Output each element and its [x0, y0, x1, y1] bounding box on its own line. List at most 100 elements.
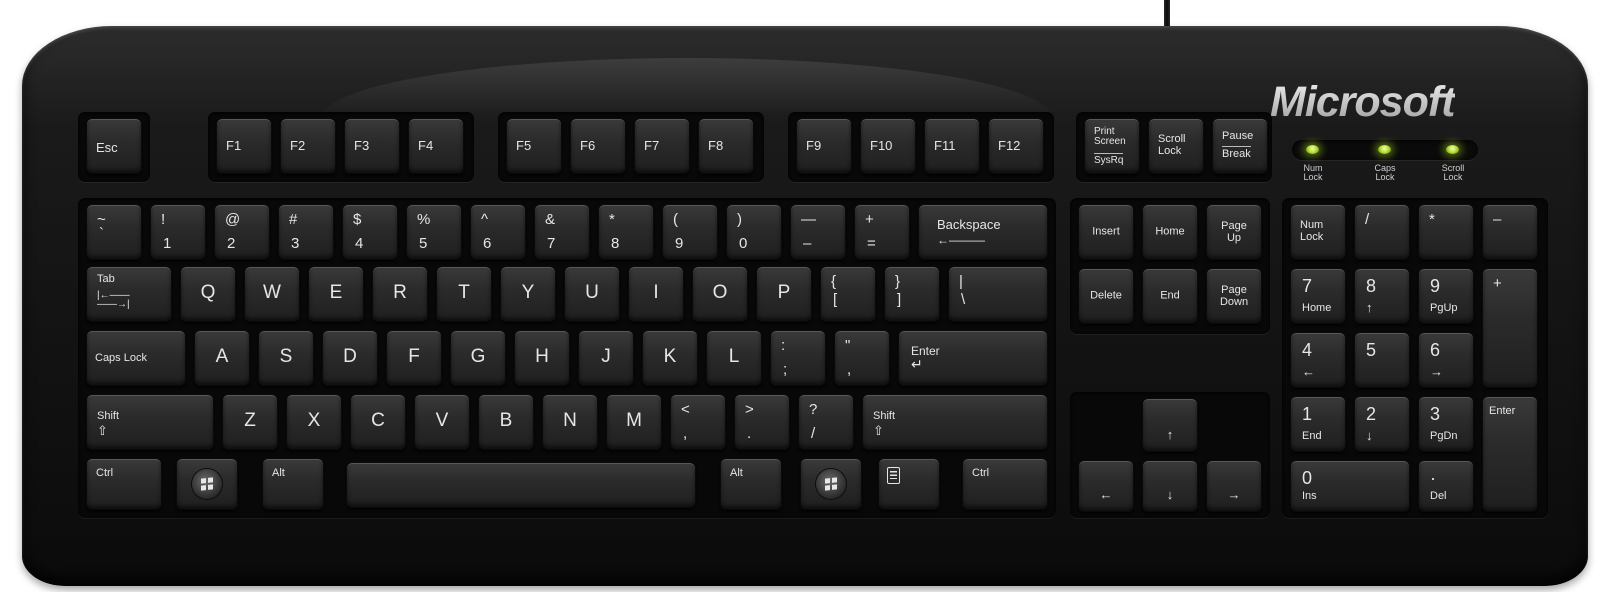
tilde-key[interactable]: ~ `	[86, 204, 142, 260]
equal-key[interactable]: + =	[854, 204, 910, 260]
key-n[interactable]: N	[542, 394, 598, 450]
right-bracket-key[interactable]: }]	[884, 266, 940, 322]
key-o[interactable]: O	[692, 266, 748, 322]
key-8[interactable]: * 8	[598, 204, 654, 260]
scroll-lock-key[interactable]: Scroll Lock	[1148, 118, 1204, 174]
arrow-left-key[interactable]: ←	[1078, 460, 1134, 512]
page-up-key[interactable]: Page Up	[1206, 204, 1262, 260]
f4-key[interactable]: F4	[408, 118, 464, 174]
key-9[interactable]: (9	[662, 204, 718, 260]
f8-key[interactable]: F8	[698, 118, 754, 174]
backspace-key[interactable]: Backspace ←———	[918, 204, 1048, 260]
insert-key[interactable]: Insert	[1078, 204, 1134, 260]
key-e[interactable]: E	[308, 266, 364, 322]
end-key[interactable]: End	[1142, 268, 1198, 324]
f3-key[interactable]: F3	[344, 118, 400, 174]
arrow-up-key[interactable]: ↑	[1142, 398, 1198, 452]
comma-key[interactable]: <,	[670, 394, 726, 450]
key-y[interactable]: Y	[500, 266, 556, 322]
f1-key[interactable]: F1	[216, 118, 272, 174]
key-4[interactable]: $4	[342, 204, 398, 260]
f2-key[interactable]: F2	[280, 118, 336, 174]
f11-key[interactable]: F11	[924, 118, 980, 174]
f10-key[interactable]: F10	[860, 118, 916, 174]
numpad-multiply-key[interactable]: *	[1418, 204, 1474, 260]
numpad-plus-key[interactable]: +	[1482, 268, 1538, 388]
num-lock-key[interactable]: Num Lock	[1290, 204, 1346, 260]
pause-break-key[interactable]: Pause Break	[1212, 118, 1268, 174]
f9-key[interactable]: F9	[796, 118, 852, 174]
key-q[interactable]: Q	[180, 266, 236, 322]
numpad-7-key[interactable]: 7 Home	[1290, 268, 1346, 324]
numpad-8-key[interactable]: 8 ↑	[1354, 268, 1410, 324]
arrow-right-key[interactable]: →	[1206, 460, 1262, 512]
key-1[interactable]: ! 1	[150, 204, 206, 260]
key-b[interactable]: B	[478, 394, 534, 450]
numpad-5-key[interactable]: 5	[1354, 332, 1410, 388]
numpad-minus-key[interactable]: –	[1482, 204, 1538, 260]
caps-lock-key[interactable]: Caps Lock	[86, 330, 186, 386]
left-bracket-key[interactable]: {[	[820, 266, 876, 322]
right-windows-key[interactable]	[800, 458, 862, 510]
key-6[interactable]: ^ 6	[470, 204, 526, 260]
right-shift-key[interactable]: Shift ⇧	[862, 394, 1048, 450]
page-down-key[interactable]: Page Down	[1206, 268, 1262, 324]
numpad-4-key[interactable]: 4 ←	[1290, 332, 1346, 388]
tab-key[interactable]: Tab |←—— ——→|	[86, 266, 172, 322]
numpad-2-key[interactable]: 2 ↓	[1354, 396, 1410, 452]
key-3[interactable]: #3	[278, 204, 334, 260]
arrow-down-key[interactable]: ↓	[1142, 460, 1198, 512]
backslash-key[interactable]: | \	[948, 266, 1048, 322]
key-i[interactable]: I	[628, 266, 684, 322]
key-k[interactable]: K	[642, 330, 698, 386]
esc-key[interactable]: Esc	[86, 118, 142, 174]
key-x[interactable]: X	[286, 394, 342, 450]
delete-key[interactable]: Delete	[1078, 268, 1134, 324]
numpad-3-key[interactable]: 3 PgDn	[1418, 396, 1474, 452]
key-z[interactable]: Z	[222, 394, 278, 450]
key-s[interactable]: S	[258, 330, 314, 386]
f6-key[interactable]: F6	[570, 118, 626, 174]
left-windows-key[interactable]	[176, 458, 238, 510]
numpad-enter-key[interactable]: Enter	[1482, 396, 1538, 512]
key-l[interactable]: L	[706, 330, 762, 386]
quote-key[interactable]: ",	[834, 330, 890, 386]
key-g[interactable]: G	[450, 330, 506, 386]
numpad-decimal-key[interactable]: · Del	[1418, 460, 1474, 512]
key-2[interactable]: @2	[214, 204, 270, 260]
key-c[interactable]: C	[350, 394, 406, 450]
key-a[interactable]: A	[194, 330, 250, 386]
slash-key[interactable]: ? /	[798, 394, 854, 450]
key-j[interactable]: J	[578, 330, 634, 386]
f5-key[interactable]: F5	[506, 118, 562, 174]
numpad-1-key[interactable]: 1 End	[1290, 396, 1346, 452]
key-w[interactable]: W	[244, 266, 300, 322]
key-7[interactable]: & 7	[534, 204, 590, 260]
right-ctrl-key[interactable]: Ctrl	[962, 458, 1048, 510]
key-5[interactable]: % 5	[406, 204, 462, 260]
semicolon-key[interactable]: :;	[770, 330, 826, 386]
key-m[interactable]: M	[606, 394, 662, 450]
key-t[interactable]: T	[436, 266, 492, 322]
numpad-6-key[interactable]: 6 →	[1418, 332, 1474, 388]
left-ctrl-key[interactable]: Ctrl	[86, 458, 162, 510]
key-r[interactable]: R	[372, 266, 428, 322]
numpad-slash-key[interactable]: /	[1354, 204, 1410, 260]
right-alt-key[interactable]: Alt	[720, 458, 782, 510]
key-v[interactable]: V	[414, 394, 470, 450]
menu-key[interactable]	[878, 458, 940, 510]
key-f[interactable]: F	[386, 330, 442, 386]
left-shift-key[interactable]: Shift ⇧	[86, 394, 214, 450]
left-alt-key[interactable]: Alt	[262, 458, 324, 510]
enter-key[interactable]: Enter ↵	[898, 330, 1048, 386]
f7-key[interactable]: F7	[634, 118, 690, 174]
key-p[interactable]: P	[756, 266, 812, 322]
minus-key[interactable]: — –	[790, 204, 846, 260]
key-d[interactable]: D	[322, 330, 378, 386]
home-key[interactable]: Home	[1142, 204, 1198, 260]
print-screen-key[interactable]: Print Screen SysRq	[1084, 118, 1140, 174]
key-h[interactable]: H	[514, 330, 570, 386]
key-0[interactable]: ) 0	[726, 204, 782, 260]
key-u[interactable]: U	[564, 266, 620, 322]
period-key[interactable]: >.	[734, 394, 790, 450]
